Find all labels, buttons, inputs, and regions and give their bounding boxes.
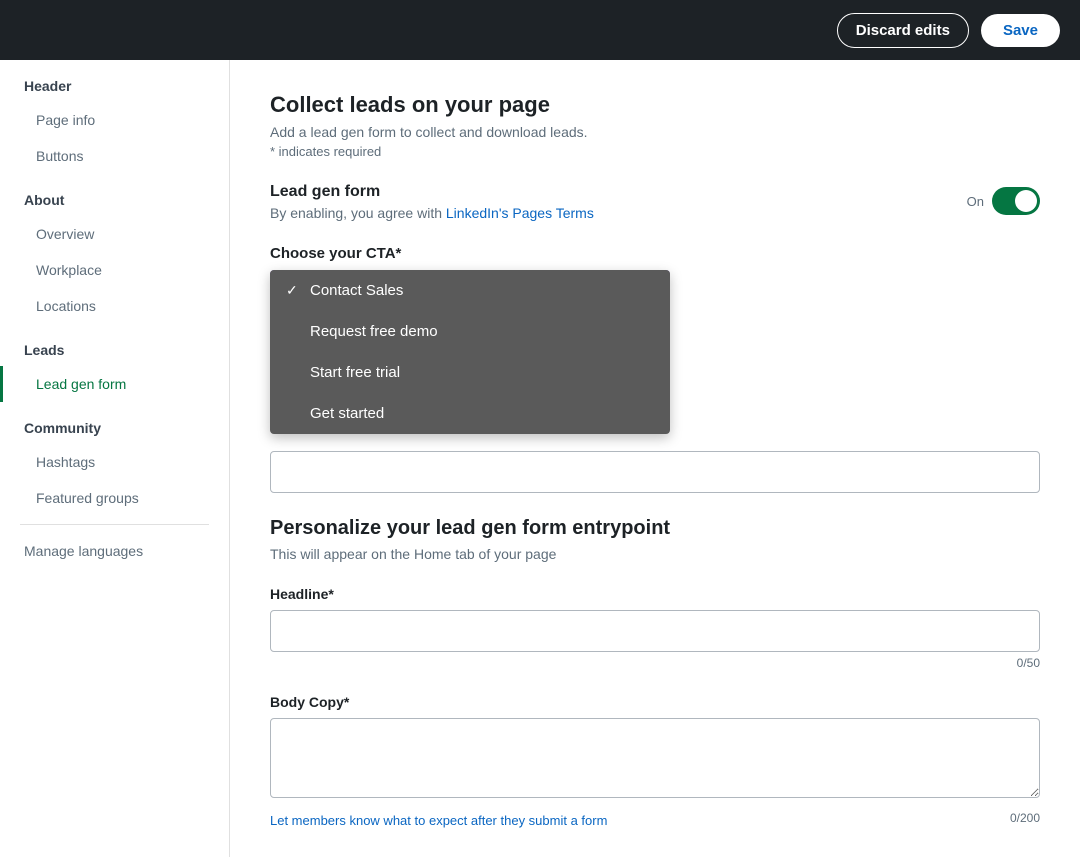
sidebar-item-hashtags[interactable]: Hashtags [0,444,229,480]
personalize-title: Personalize your lead gen form entrypoin… [270,517,1040,540]
cta-dropdown-menu: ✓ Contact Sales Request free demo Start … [270,270,670,434]
sidebar-item-lead-gen-form[interactable]: Lead gen form [0,366,229,402]
cta-option-contact-sales[interactable]: ✓ Contact Sales [270,270,670,311]
body-copy-textarea[interactable] [270,718,1040,798]
save-button[interactable]: Save [981,14,1060,47]
body-copy-row: Let members know what to expect after th… [270,807,1040,828]
sidebar-item-page-info[interactable]: Page info [0,102,229,138]
lead-gen-toggle[interactable] [992,187,1040,215]
lead-gen-form-label: Lead gen form [270,183,594,201]
sidebar-item-buttons[interactable]: Buttons [0,138,229,174]
lead-gen-form-info: Lead gen form By enabling, you agree wit… [270,183,594,221]
cta-option-get-started[interactable]: Get started [270,393,670,434]
sidebar-item-locations[interactable]: Locations [0,288,229,324]
headline-group: Headline* 0/50 [270,586,1040,670]
discard-edits-button[interactable]: Discard edits [837,13,969,48]
sidebar-item-manage-languages[interactable]: Manage languages [0,533,229,569]
headline-input[interactable] [270,610,1040,652]
sidebar-item-workplace[interactable]: Workplace [0,252,229,288]
page-subtitle: Add a lead gen form to collect and downl… [270,124,1040,140]
extra-select-row [270,451,1040,493]
page-layout: Header Page info Buttons About Overview … [0,60,1080,857]
cta-label: Choose your CTA* [270,245,1040,262]
body-copy-group: Body Copy* Let members know what to expe… [270,694,1040,828]
toggle-label: On [967,194,984,209]
sidebar-item-overview[interactable]: Overview [0,216,229,252]
sidebar-about-section: About [0,174,229,216]
body-copy-char-count: 0/200 [1010,811,1040,825]
cta-option-label: Request free demo [310,323,438,340]
headline-char-count: 0/50 [270,656,1040,670]
linkedin-pages-terms-link[interactable]: LinkedIn's Pages Terms [446,205,594,221]
sidebar-leads-section: Leads [0,324,229,366]
lead-gen-form-row: Lead gen form By enabling, you agree wit… [270,183,1040,221]
headline-label: Headline* [270,586,1040,602]
cta-option-label: Contact Sales [310,282,403,299]
cta-option-start-free-trial[interactable]: Start free trial [270,352,670,393]
toggle-row: On [967,187,1040,215]
cta-group: Choose your CTA* ▾ ✓ Contact Sales Reque… [270,245,1040,311]
sidebar-community-section: Community [0,402,229,444]
page-title: Collect leads on your page [270,92,1040,118]
lead-gen-desc-text: By enabling, you agree with [270,205,446,221]
personalize-section: Personalize your lead gen form entrypoin… [270,517,1040,562]
sidebar: Header Page info Buttons About Overview … [0,60,230,857]
top-bar: Discard edits Save [0,0,1080,60]
sidebar-header-section: Header [0,60,229,102]
extra-select-input[interactable] [270,451,1040,493]
body-copy-label: Body Copy* [270,694,1040,710]
cta-option-request-free-demo[interactable]: Request free demo [270,311,670,352]
main-content: Collect leads on your page Add a lead ge… [230,60,1080,857]
body-copy-hint: Let members know what to expect after th… [270,813,607,828]
required-note: * indicates required [270,144,1040,159]
lead-gen-form-desc: By enabling, you agree with LinkedIn's P… [270,205,594,221]
personalize-subtitle: This will appear on the Home tab of your… [270,546,1040,562]
cta-option-label: Get started [310,405,384,422]
checkmark-icon: ✓ [286,282,302,299]
sidebar-divider [20,524,209,525]
cta-option-label: Start free trial [310,364,400,381]
sidebar-item-featured-groups[interactable]: Featured groups [0,480,229,516]
cta-select-wrapper: ▾ ✓ Contact Sales Request free demo Star… [270,270,670,311]
